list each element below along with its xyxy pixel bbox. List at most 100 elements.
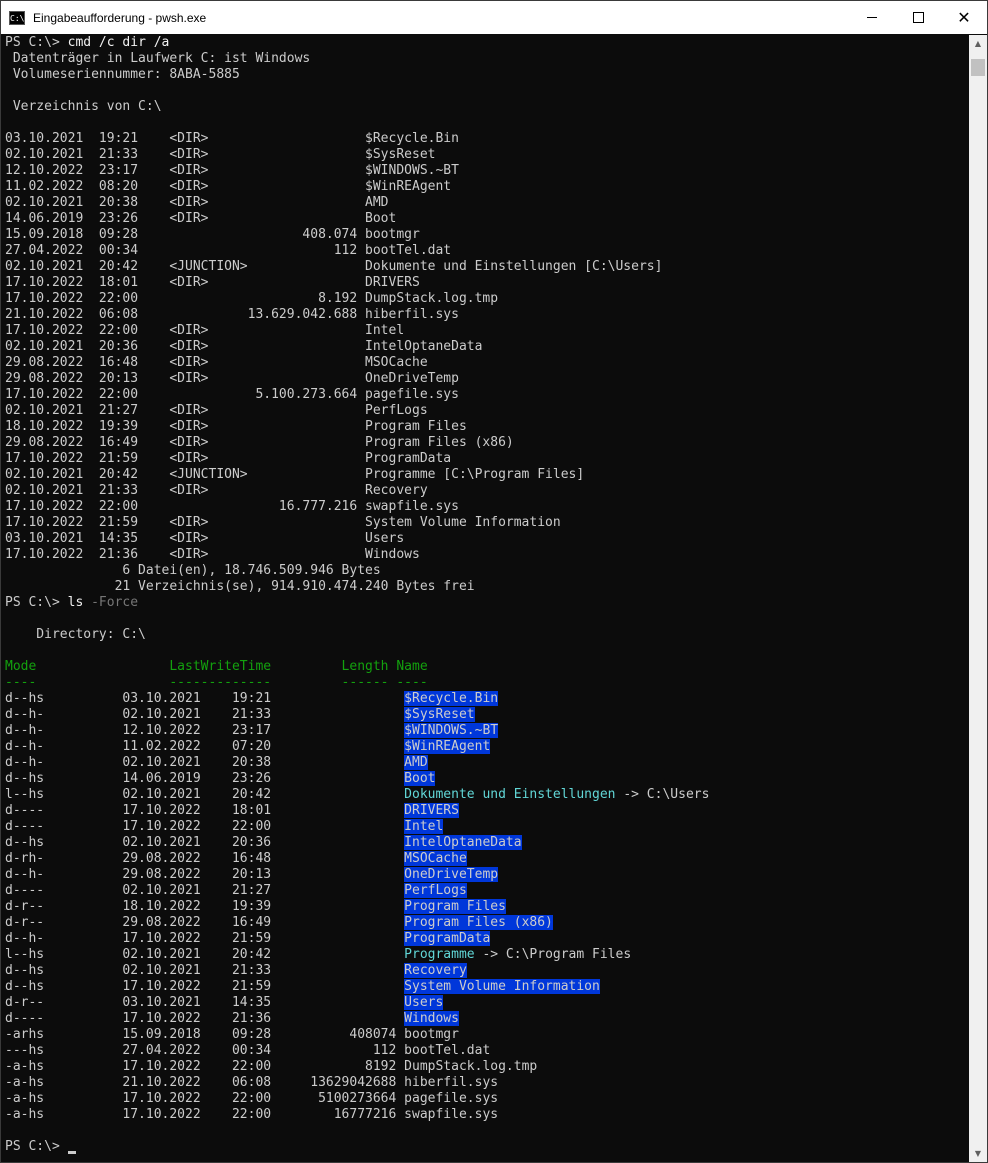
ls-entry-meta: d-r-- 18.10.2022 19:39 <box>5 899 405 914</box>
ls-entry-meta: -arhs 15.09.2018 09:28 408074 <box>5 1027 405 1042</box>
ls-entry-name-dir: PerfLogs <box>404 883 467 898</box>
ls-entry-meta: d--hs 03.10.2021 19:21 <box>5 691 405 706</box>
dir-entry-row: 02.10.2021 20:38 <DIR> AMD <box>5 195 963 211</box>
title-bar[interactable]: C:\ Eingabeaufforderung - pwsh.exe ✕ <box>1 1 987 34</box>
ls-entry-meta: d-rh- 29.08.2022 16:48 <box>5 851 405 866</box>
ls-entry-name-link: Programme <box>404 947 475 962</box>
vertical-scrollbar[interactable]: ▲ ▼ <box>969 35 987 1162</box>
prompt: PS C:\> <box>5 595 68 610</box>
maximize-button[interactable] <box>895 1 941 34</box>
dir-entry-text: 27.04.2022 00:34 112 bootTel.dat <box>5 243 452 258</box>
ls-entry-meta: -a-hs 17.10.2022 22:00 16777216 <box>5 1107 405 1122</box>
ls-entry-meta: d--hs 17.10.2022 21:59 <box>5 979 405 994</box>
ls-entry-meta: d--h- 11.02.2022 07:20 <box>5 739 405 754</box>
ls-entry-row: -arhs 15.09.2018 09:28 408074 bootmgr <box>5 1027 963 1043</box>
dir-entry-row: 29.08.2022 16:49 <DIR> Program Files (x8… <box>5 435 963 451</box>
ls-entry-name-dir: Users <box>404 995 444 1010</box>
ls-entry-meta: ---hs 27.04.2022 00:34 112 <box>5 1043 405 1058</box>
dir-entry-text: 17.10.2022 22:00 <DIR> Intel <box>5 323 405 338</box>
dir-entry-row: 17.10.2022 18:01 <DIR> DRIVERS <box>5 275 963 291</box>
terminal-window: C:\ Eingabeaufforderung - pwsh.exe ✕ PS … <box>0 0 988 1163</box>
ls-entry-row: d-r-- 18.10.2022 19:39 Program Files <box>5 899 963 915</box>
dir-header-line: Verzeichnis von C:\ <box>5 99 963 115</box>
ls-entry-name-dir: Boot <box>404 771 436 786</box>
dir-entry-row: 18.10.2022 19:39 <DIR> Program Files <box>5 419 963 435</box>
ls-entry-row: d--hs 03.10.2021 19:21 $Recycle.Bin <box>5 691 963 707</box>
dir-entry-text: 02.10.2021 21:33 <DIR> Recovery <box>5 483 428 498</box>
dir-header-text: Verzeichnis von C:\ <box>5 99 162 114</box>
dir-entry-row: 17.10.2022 22:00 16.777.216 swapfile.sys <box>5 499 963 515</box>
minimize-button[interactable] <box>849 1 895 34</box>
dir-entry-row: 03.10.2021 14:35 <DIR> Users <box>5 531 963 547</box>
scrollbar-thumb[interactable] <box>971 59 985 76</box>
scroll-up-arrow-icon[interactable]: ▲ <box>969 35 987 52</box>
dir-header-line <box>5 83 963 99</box>
dir-entry-row: 17.10.2022 22:00 8.192 DumpStack.log.tmp <box>5 291 963 307</box>
ls-entry-row: d--h- 02.10.2021 20:38 AMD <box>5 755 963 771</box>
ls-entry-meta: -a-hs 17.10.2022 22:00 8192 <box>5 1059 405 1074</box>
prompt: PS C:\> <box>5 1139 68 1154</box>
ls-entry-name-file: swapfile.sys <box>404 1107 499 1122</box>
ls-entry-name-dir: $WINDOWS.~BT <box>404 723 499 738</box>
dir-entry-text: 17.10.2022 22:00 8.192 DumpStack.log.tmp <box>5 291 499 306</box>
dir-entry-text: 03.10.2021 19:21 <DIR> $Recycle.Bin <box>5 131 459 146</box>
ls-entry-row: d---- 17.10.2022 22:00 Intel <box>5 819 963 835</box>
text-cursor <box>67 1151 76 1154</box>
close-button[interactable]: ✕ <box>941 1 987 34</box>
ls-entry-row: d--hs 02.10.2021 21:33 Recovery <box>5 963 963 979</box>
dir-entry-row: 02.10.2021 20:42 <JUNCTION> Programme [C… <box>5 467 963 483</box>
scroll-down-arrow-icon[interactable]: ▼ <box>969 1145 987 1162</box>
dir-entry-text: 03.10.2021 14:35 <DIR> Users <box>5 531 405 546</box>
dir-entry-text: 14.06.2019 23:26 <DIR> Boot <box>5 211 397 226</box>
dir-entry-row: 27.04.2022 00:34 112 bootTel.dat <box>5 243 963 259</box>
ls-entry-name-dir: ProgramData <box>404 931 491 946</box>
dir-entry-text: 29.08.2022 16:48 <DIR> MSOCache <box>5 355 428 370</box>
ls-entry-row: d---- 17.10.2022 21:36 Windows <box>5 1011 963 1027</box>
dir-entry-row: 29.08.2022 16:48 <DIR> MSOCache <box>5 355 963 371</box>
console-output[interactable]: PS C:\> cmd /c dir /a Datenträger in Lau… <box>5 35 963 1162</box>
dir-entry-text: 29.08.2022 20:13 <DIR> OneDriveTemp <box>5 371 459 386</box>
ls-entry-name-dir: Program Files <box>404 899 506 914</box>
dir-entry-text: 11.02.2022 08:20 <DIR> $WinREAgent <box>5 179 452 194</box>
dir-summary-dirs: 21 Verzeichnis(se), 914.910.474.240 Byte… <box>5 579 963 595</box>
ls-entry-name-file: bootTel.dat <box>404 1043 491 1058</box>
ls-entry-name-dir: AMD <box>404 755 428 770</box>
dir-entry-row: 17.10.2022 21:59 <DIR> System Volume Inf… <box>5 515 963 531</box>
ls-entry-meta: d--h- 02.10.2021 21:33 <box>5 707 405 722</box>
console-app-icon: C:\ <box>9 10 25 25</box>
ls-entry-row: d---- 02.10.2021 21:27 PerfLogs <box>5 883 963 899</box>
ls-entry-meta: d---- 17.10.2022 22:00 <box>5 819 405 834</box>
ls-link-target: -> C:\Users <box>615 787 710 802</box>
ls-entry-name-dir: MSOCache <box>404 851 467 866</box>
ls-entry-meta: d--h- 17.10.2022 21:59 <box>5 931 405 946</box>
dir-entry-text: 17.10.2022 21:59 <DIR> System Volume Inf… <box>5 515 561 530</box>
dir-entry-row: 02.10.2021 21:33 <DIR> Recovery <box>5 483 963 499</box>
dir-header-text: Datenträger in Laufwerk C: ist Windows <box>5 51 311 66</box>
dir-entry-text: 17.10.2022 21:59 <DIR> ProgramData <box>5 451 452 466</box>
dir-entry-row: 29.08.2022 20:13 <DIR> OneDriveTemp <box>5 371 963 387</box>
maximize-icon <box>912 12 924 23</box>
ls-entry-row: d--h- 17.10.2022 21:59 ProgramData <box>5 931 963 947</box>
ls-entry-row: -a-hs 17.10.2022 22:00 5100273664 pagefi… <box>5 1091 963 1107</box>
dir-entry-row: 12.10.2022 23:17 <DIR> $WINDOWS.~BT <box>5 163 963 179</box>
ls-entry-row: d--h- 29.08.2022 20:13 OneDriveTemp <box>5 867 963 883</box>
dir-entry-text: 02.10.2021 20:42 <JUNCTION> Dokumente un… <box>5 259 663 274</box>
ls-header-row: Mode LastWriteTime Length Name <box>5 659 963 675</box>
ls-entry-row: -a-hs 21.10.2022 06:08 13629042688 hiber… <box>5 1075 963 1091</box>
ls-entry-meta: d--hs 14.06.2019 23:26 <box>5 771 405 786</box>
ls-entry-name-link: Dokumente und Einstellungen <box>404 787 616 802</box>
ls-entry-name-file: bootmgr <box>404 1027 459 1042</box>
dir-entry-row: 02.10.2021 21:33 <DIR> $SysReset <box>5 147 963 163</box>
final-prompt-line: PS C:\> <box>5 1139 963 1155</box>
prompt-line: PS C:\> ls -Force <box>5 595 963 611</box>
ls-entry-meta: l--hs 02.10.2021 20:42 <box>5 787 405 802</box>
dir-header-line: Volumeseriennummer: 8ABA-5885 <box>5 67 963 83</box>
dir-entry-row: 17.10.2022 21:59 <DIR> ProgramData <box>5 451 963 467</box>
window-title: Eingabeaufforderung - pwsh.exe <box>33 10 207 25</box>
dir-header-text: Volumeseriennummer: 8ABA-5885 <box>5 67 240 82</box>
ls-entry-row: d--hs 17.10.2022 21:59 System Volume Inf… <box>5 979 963 995</box>
ls-entry-meta: d--hs 02.10.2021 21:33 <box>5 963 405 978</box>
